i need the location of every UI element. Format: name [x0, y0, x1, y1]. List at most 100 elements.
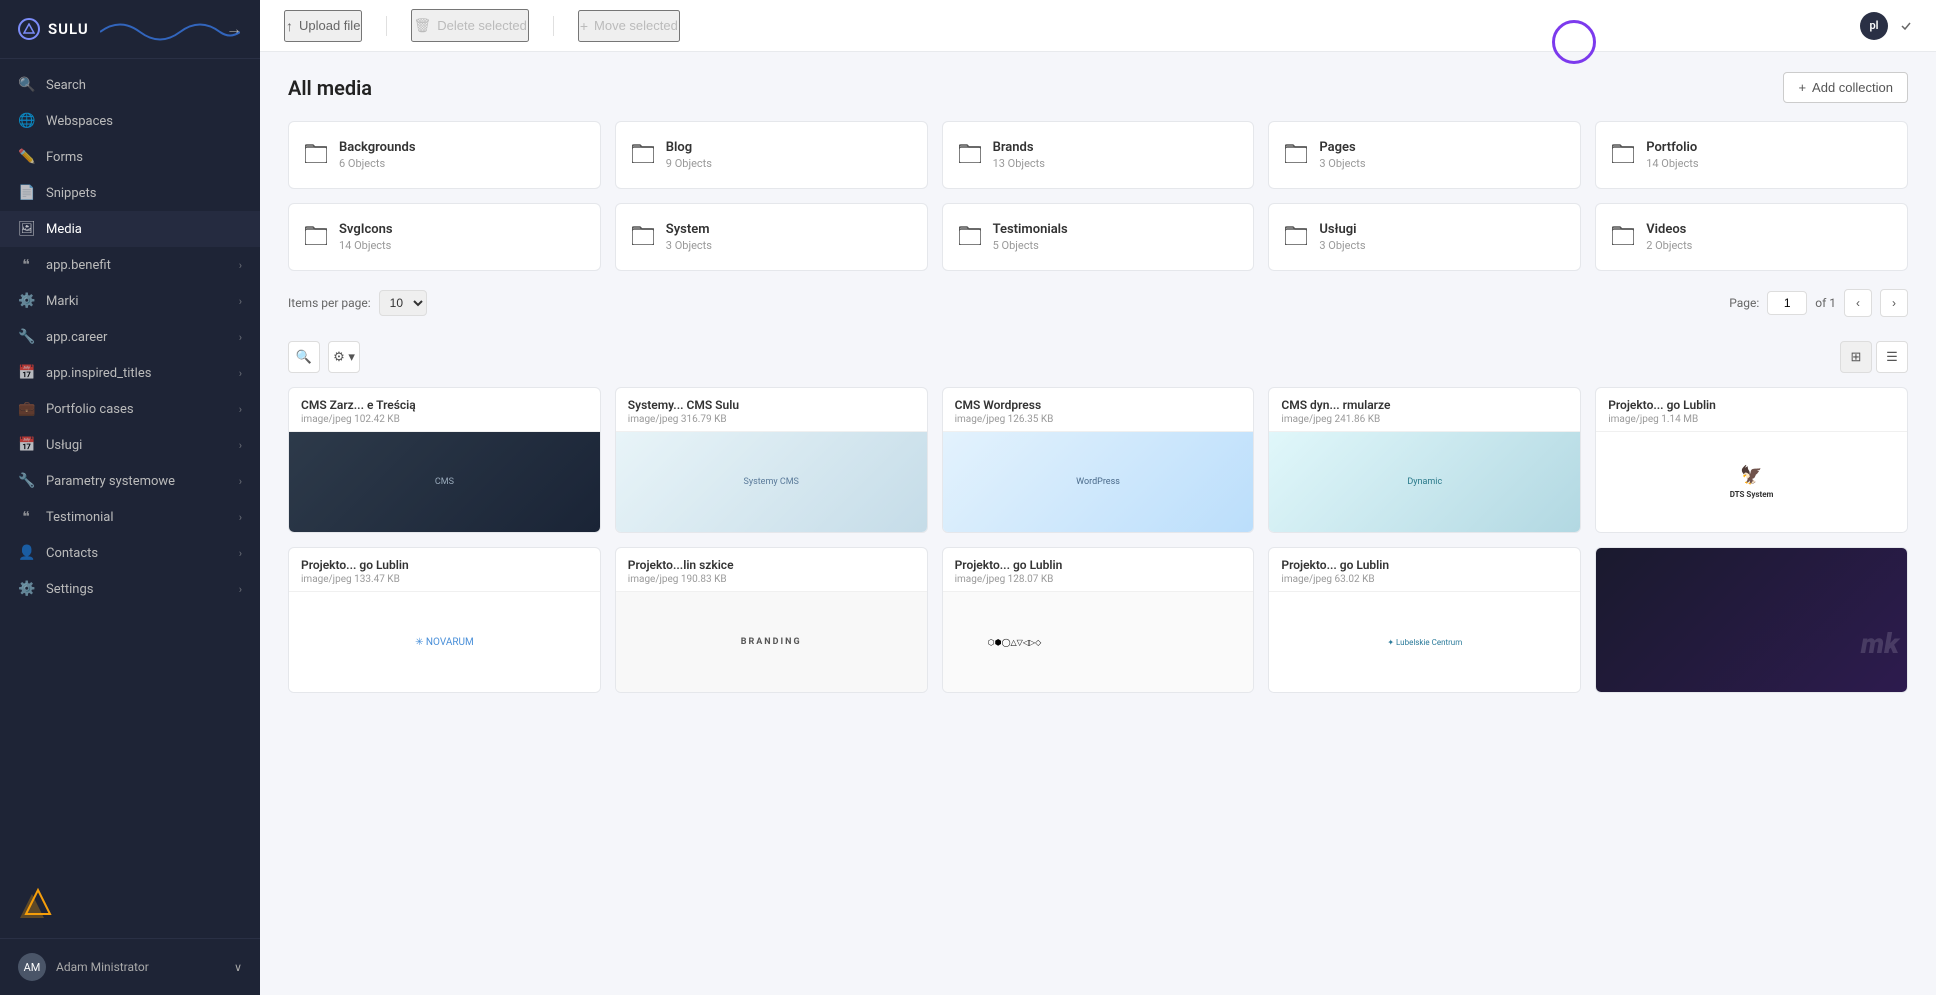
prev-page-button[interactable]: ‹ [1844, 289, 1872, 317]
folder-count: 5 Objects [993, 239, 1068, 252]
media-card-name: Projekto... go Lublin [1281, 558, 1568, 572]
folder-count: 14 Objects [339, 239, 393, 252]
media-card-thumbnail: Dynamic [1269, 432, 1580, 532]
folder-info: Usługi 3 Objects [1319, 222, 1365, 252]
media-card[interactable]: CMS dyn... rmularze image/jpeg 241.86 KB… [1268, 387, 1581, 533]
sidebar-item-portfolio-cases[interactable]: 💼 Portfolio cases › [0, 391, 260, 427]
folder-icon [959, 225, 981, 250]
chevron-right-icon: › [239, 331, 242, 344]
media-card-meta: image/jpeg 133.47 KB [301, 574, 588, 585]
folder-card[interactable]: SvgIcons 14 Objects [288, 203, 601, 271]
upload-file-button[interactable]: ↑ Upload file [284, 10, 362, 42]
chevron-right-icon: › [239, 475, 242, 488]
chevron-right-icon: › [239, 583, 242, 596]
media-card-header: CMS dyn... rmularze image/jpeg 241.86 KB [1269, 388, 1580, 432]
folder-count: 9 Objects [666, 157, 712, 170]
folder-card[interactable]: Videos 2 Objects [1595, 203, 1908, 271]
media-card-header: Systemy... CMS Sulu image/jpeg 316.79 KB [616, 388, 927, 432]
media-toolbar: 🔍 ⚙ ▾ ⊞ ☰ [288, 341, 1908, 373]
sidebar-item-marki[interactable]: ⚙️ Marki › [0, 283, 260, 319]
search-icon: 🔍 [18, 77, 34, 93]
folder-count: 13 Objects [993, 157, 1045, 170]
next-page-button[interactable]: › [1880, 289, 1908, 317]
sidebar-item-parametry[interactable]: 🔧 Parametry systemowe › [0, 463, 260, 499]
media-card[interactable]: CMS Wordpress image/jpeg 126.35 KB WordP… [942, 387, 1255, 533]
folder-count: 3 Objects [1319, 157, 1365, 170]
sidebar-item-search[interactable]: 🔍 Search [0, 67, 260, 103]
app-name: SULU [48, 20, 89, 38]
sidebar-item-app-career[interactable]: 🔧 app.career › [0, 319, 260, 355]
sidebar-item-webspaces[interactable]: 🌐 Webspaces [0, 103, 260, 139]
quote2-icon: ❝ [18, 509, 34, 525]
folder-card[interactable]: Portfolio 14 Objects [1595, 121, 1908, 189]
sidebar-item-uslugi[interactable]: 📅 Usługi › [0, 427, 260, 463]
sidebar-item-label: Usługi [46, 438, 82, 453]
media-card[interactable]: Projekto...lin szkice image/jpeg 190.83 … [615, 547, 928, 693]
media-card-meta: image/jpeg 1.14 MB [1608, 414, 1895, 425]
folder-icon [1285, 225, 1307, 250]
footer-chevron-icon[interactable]: ∨ [234, 961, 242, 974]
sidebar-nav: 🔍 Search 🌐 Webspaces ✏️ Forms 📄 Snippets… [0, 59, 260, 874]
media-card-meta: image/jpeg 190.83 KB [628, 574, 915, 585]
media-card[interactable]: Systemy... CMS Sulu image/jpeg 316.79 KB… [615, 387, 928, 533]
page-input[interactable] [1767, 291, 1807, 315]
folder-count: 2 Objects [1646, 239, 1692, 252]
folder-icon [959, 143, 981, 168]
folder-card[interactable]: Brands 13 Objects [942, 121, 1255, 189]
sidebar-item-testimonial[interactable]: ❝ Testimonial › [0, 499, 260, 535]
media-card-meta: image/jpeg 128.07 KB [955, 574, 1242, 585]
folder-name: Backgrounds [339, 140, 416, 155]
media-card-thumbnail: Systemy CMS [616, 432, 927, 532]
folder-info: Pages 3 Objects [1319, 140, 1365, 170]
sidebar-exit-icon[interactable]: → [226, 19, 242, 39]
checkmark-icon [1900, 20, 1912, 32]
sidebar-item-settings[interactable]: ⚙️ Settings › [0, 571, 260, 607]
chevron-right-icon: › [239, 547, 242, 560]
filter-media-button[interactable]: ⚙ ▾ [328, 341, 360, 373]
move-selected-button[interactable]: + Move selected [578, 10, 680, 42]
sidebar-item-app-inspired[interactable]: 📅 app.inspired_titles › [0, 355, 260, 391]
media-card[interactable]: Projekto... go Lublin image/jpeg 133.47 … [288, 547, 601, 693]
media-card[interactable]: Projekto... go Lublin image/jpeg 63.02 K… [1268, 547, 1581, 693]
per-page-select[interactable]: 10 20 50 [379, 290, 427, 316]
calendar2-icon: 📅 [18, 437, 34, 453]
folder-icon [632, 143, 654, 168]
sidebar-item-label: Marki [46, 294, 79, 309]
media-card[interactable]: Projekto... go Lublin image/jpeg 1.14 MB… [1595, 387, 1908, 533]
wrench-icon: 🔧 [18, 329, 34, 345]
list-view-button[interactable]: ☰ [1876, 341, 1908, 373]
media-card-portfolio[interactable]: mk [1595, 547, 1908, 693]
delete-selected-button[interactable]: 🗑 Delete selected [411, 9, 528, 42]
language-badge[interactable]: pl [1860, 12, 1888, 40]
sidebar-item-media[interactable]: 🖼 Media [0, 211, 260, 247]
folder-card[interactable]: Usługi 3 Objects [1268, 203, 1581, 271]
sidebar-item-label: Webspaces [46, 114, 113, 129]
sidebar-item-label: app.benefit [46, 258, 111, 273]
folder-info: System 3 Objects [666, 222, 712, 252]
sidebar-item-snippets[interactable]: 📄 Snippets [0, 175, 260, 211]
media-card[interactable]: Projekto... go Lublin image/jpeg 128.07 … [942, 547, 1255, 693]
sidebar-item-contacts[interactable]: 👤 Contacts › [0, 535, 260, 571]
sidebar-item-forms[interactable]: ✏️ Forms [0, 139, 260, 175]
folder-info: Backgrounds 6 Objects [339, 140, 416, 170]
folder-card[interactable]: System 3 Objects [615, 203, 928, 271]
folder-card[interactable]: Pages 3 Objects [1268, 121, 1581, 189]
add-collection-button[interactable]: + Add collection [1783, 72, 1908, 103]
search-media-button[interactable]: 🔍 [288, 341, 320, 373]
grid-view-button[interactable]: ⊞ [1840, 341, 1872, 373]
folder-card[interactable]: Testimonials 5 Objects [942, 203, 1255, 271]
media-card[interactable]: CMS Zarz... e Treścią image/jpeg 102.42 … [288, 387, 601, 533]
sidebar-item-app-benefit[interactable]: ❝ app.benefit › [0, 247, 260, 283]
folder-icon [1612, 143, 1634, 168]
media-card-header: Projekto...lin szkice image/jpeg 190.83 … [616, 548, 927, 592]
sidebar-item-label: app.career [46, 330, 107, 345]
sidebar-header: SULU → [0, 0, 260, 59]
wrench2-icon: 🔧 [18, 473, 34, 489]
folder-card[interactable]: Backgrounds 6 Objects [288, 121, 601, 189]
media-icon: 🖼 [18, 221, 34, 237]
sidebar-item-label: Search [46, 78, 86, 93]
sidebar-item-label: Contacts [46, 546, 98, 561]
chevron-right-icon: › [239, 439, 242, 452]
folder-card[interactable]: Blog 9 Objects [615, 121, 928, 189]
page-controls: Page: of 1 ‹ › [1729, 289, 1908, 317]
